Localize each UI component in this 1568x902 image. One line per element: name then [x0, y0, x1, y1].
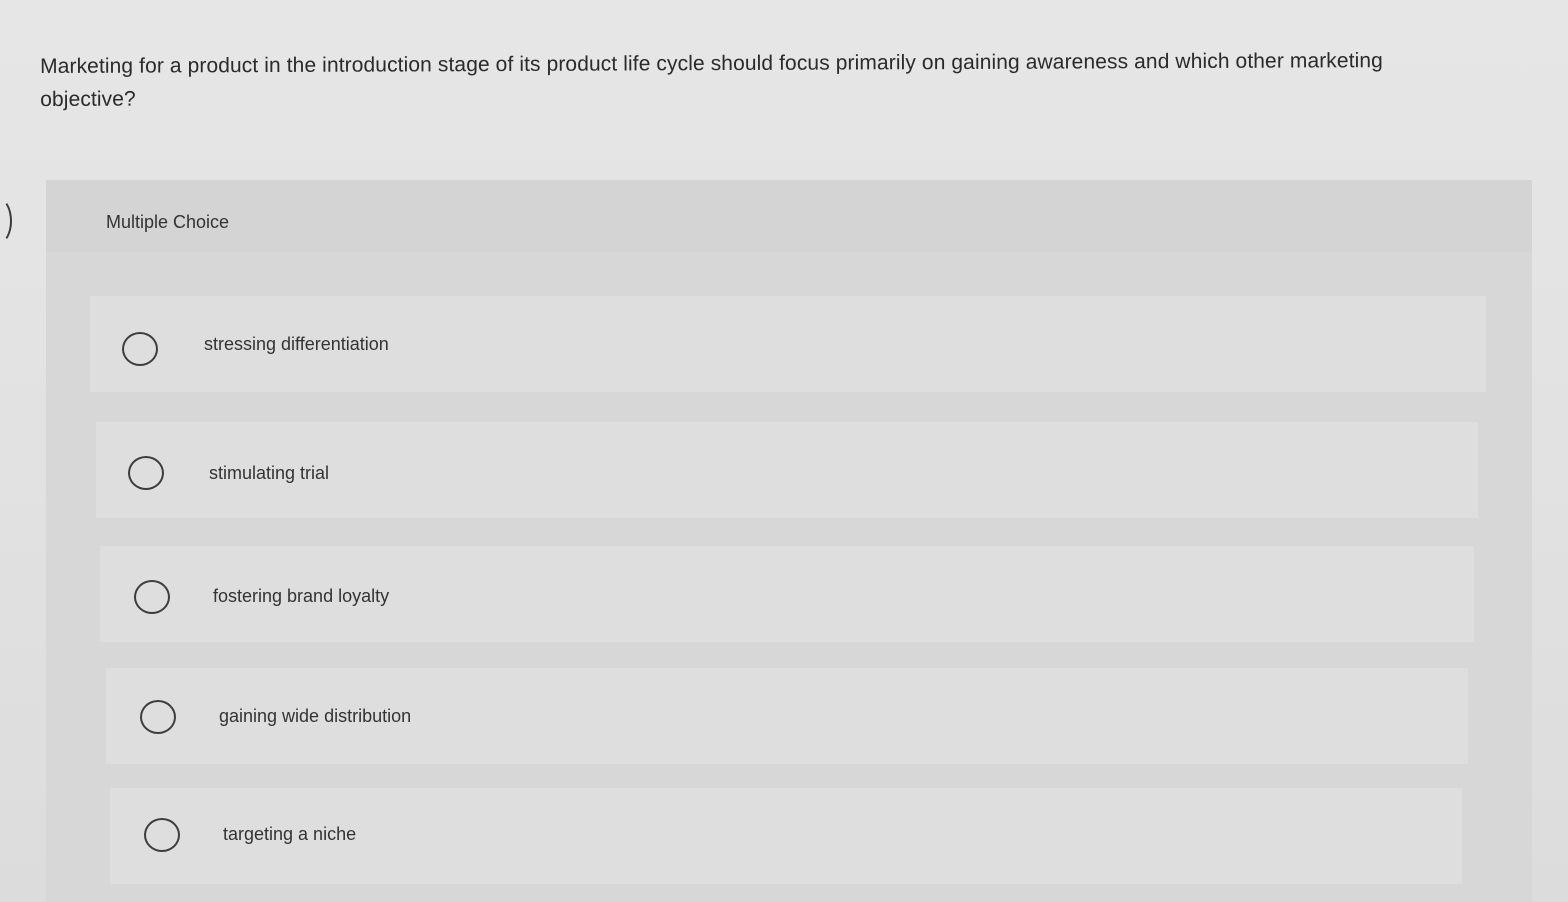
previous-arrow-icon[interactable] — [0, 198, 12, 244]
option-label[interactable]: stressing differentiation — [204, 334, 389, 355]
radio-button-icon[interactable] — [122, 332, 158, 366]
answer-option-1[interactable]: stressing differentiation — [90, 296, 1486, 392]
answer-option-4[interactable]: gaining wide distribution — [106, 668, 1468, 764]
answer-option-3[interactable]: fostering brand loyalty — [100, 546, 1474, 642]
answer-option-5[interactable]: targeting a niche — [110, 788, 1462, 884]
multiple-choice-header: Multiple Choice — [46, 180, 1532, 252]
radio-button-icon[interactable] — [134, 580, 170, 614]
multiple-choice-title: Multiple Choice — [106, 212, 230, 232]
radio-button-icon[interactable] — [140, 700, 176, 734]
radio-button-icon[interactable] — [144, 818, 180, 852]
quiz-page: Marketing for a product in the introduct… — [0, 0, 1568, 902]
option-label[interactable]: gaining wide distribution — [219, 706, 411, 727]
option-label[interactable]: stimulating trial — [209, 463, 329, 484]
radio-button-icon[interactable] — [128, 456, 164, 490]
option-label[interactable]: targeting a niche — [223, 824, 356, 845]
answer-option-2[interactable]: stimulating trial — [96, 422, 1478, 518]
question-text: Marketing for a product in the introduct… — [40, 49, 1383, 111]
multiple-choice-panel: Multiple Choice stressing differentiatio… — [46, 180, 1532, 902]
option-label[interactable]: fostering brand loyalty — [213, 586, 389, 607]
